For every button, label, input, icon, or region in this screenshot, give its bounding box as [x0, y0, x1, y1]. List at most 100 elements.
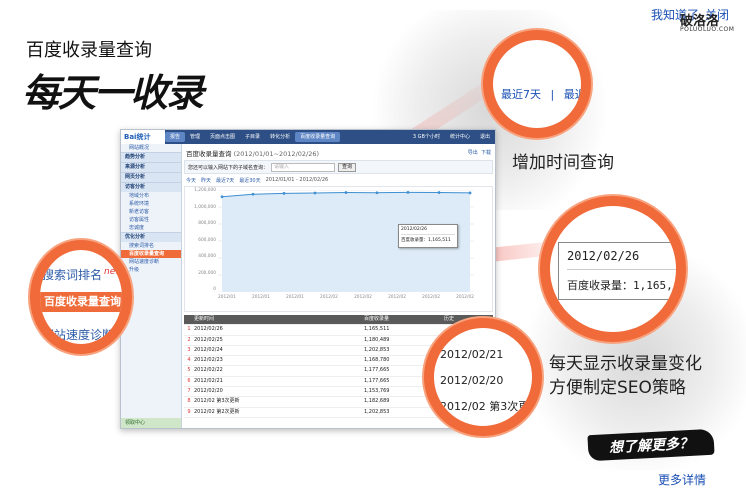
- table-cell: 1: [187, 326, 191, 333]
- sidebar-item[interactable]: 新老访客: [121, 208, 181, 216]
- app-table-col: 百度收录量: [364, 316, 390, 322]
- table-cell: 9: [187, 408, 191, 415]
- app-nav-item[interactable]: 子目录: [240, 132, 265, 142]
- sidebar-section[interactable]: 优化分析: [121, 232, 181, 242]
- app-filter[interactable]: 最近30天: [239, 177, 260, 184]
- table-cell: 2012/02/25: [194, 336, 223, 343]
- y-tick: 600,000: [198, 237, 216, 243]
- sidebar-item[interactable]: 搜索词排名: [121, 242, 181, 250]
- sidebar-item[interactable]: 忠诚度: [121, 224, 181, 232]
- zoom-time-7days[interactable]: 最近7天: [501, 88, 541, 101]
- zoom-circle-time: 最近7天 | 最近30: [483, 30, 591, 138]
- app-nav-item[interactable]: 页面点击图: [205, 132, 240, 142]
- app-filter[interactable]: 最近7天: [216, 177, 234, 184]
- sidebar-item[interactable]: 网站概况: [121, 144, 181, 152]
- app-export[interactable]: 导出 下载: [468, 149, 491, 156]
- app-page-title: 百度收录量查询: [186, 150, 232, 158]
- app-search-input[interactable]: 请输入: [271, 162, 336, 172]
- x-tick: 2012/01: [286, 295, 304, 300]
- chart-point[interactable]: [251, 192, 255, 196]
- x-tick: 2012/02: [354, 295, 372, 300]
- app-nav-item[interactable]: 报告: [165, 132, 186, 142]
- sidebar-section[interactable]: 网页分析: [121, 172, 181, 182]
- zoom-date-list: 2012/02/21 2012/02/20 2012/02 第3次更新 2012…: [440, 342, 532, 426]
- app-search-row: 您还可以输入网站下的子域名查询： 请输入 查询: [184, 160, 493, 174]
- x-tick: 2012/02: [320, 295, 338, 300]
- sidebar-item[interactable]: 网站速度诊断: [121, 258, 181, 266]
- zoom-time-30days[interactable]: 最近30: [564, 88, 581, 101]
- app-table-col: 历史: [444, 316, 455, 322]
- sidebar-section[interactable]: 访客分析: [121, 182, 181, 192]
- chart-point[interactable]: [468, 191, 472, 195]
- zoom-menu-ranking[interactable]: 搜索词排名 new: [42, 266, 122, 283]
- app-table-header: 更新时间 百度收录量 历史: [184, 315, 493, 326]
- app-filter[interactable]: 今天: [186, 177, 196, 184]
- table-cell: 2012/02/23: [194, 357, 223, 364]
- callout-time-query: 增加时间查询: [512, 153, 614, 173]
- zoom-menu-index-active[interactable]: 百度收录量查询: [40, 292, 122, 312]
- table-cell: 8: [187, 398, 191, 405]
- table-cell: 3: [187, 346, 191, 353]
- app-topbar: Bai统计 报告 管理 页面点击图 子目录 转化分析 百度收录量查询 3 GB个…: [121, 130, 495, 144]
- sidebar-section[interactable]: 趋势分析: [121, 152, 181, 162]
- x-tick: 2012/02: [388, 295, 406, 300]
- y-tick: 1,000,000: [194, 204, 216, 210]
- table-cell: 1,180,489: [364, 336, 390, 343]
- table-cell: 2012/02/22: [194, 367, 223, 374]
- table-cell: 2012/02/26: [194, 326, 223, 333]
- table-cell: 2012/02/20: [194, 388, 223, 395]
- y-tick: 800,000: [198, 221, 216, 226]
- app-top-right[interactable]: 退出: [475, 132, 495, 142]
- sidebar-item[interactable]: 百度收录量查询: [121, 250, 181, 258]
- app-logo: Bai统计: [121, 130, 165, 144]
- zoom-menu-speed[interactable]: 网站速度诊断new: [42, 326, 122, 343]
- chart-point[interactable]: [406, 190, 410, 194]
- app-x-ticks: 2012/01 2012/01 2012/01 2012/02 2012/02 2012/…: [218, 295, 474, 300]
- sidebar-item[interactable]: 访客属性: [121, 216, 181, 224]
- table-cell: 2: [187, 336, 191, 343]
- chart-point[interactable]: [375, 191, 379, 195]
- table-cell: 2012/02/24: [194, 346, 223, 353]
- sidebar-item[interactable]: 系统环境: [121, 200, 181, 208]
- zoom-circle-tooltip: 2012/02/26 百度收录量：1,165,: [540, 196, 686, 342]
- y-tick: 1,200,000: [194, 188, 216, 193]
- app-top-right[interactable]: 统计中心: [445, 132, 475, 142]
- app-nav-item[interactable]: 百度收录量查询: [295, 132, 341, 142]
- table-cell: 1,202,853: [364, 408, 390, 415]
- app-chart-tooltip: 2012/02/26 百度收录量：1,165,511: [398, 224, 458, 248]
- x-tick: 2012/01: [218, 295, 236, 300]
- chart-point[interactable]: [313, 191, 317, 195]
- detail-link[interactable]: 更多详情: [658, 471, 706, 488]
- app-tooltip-value: 百度收录量：1,165,511: [401, 238, 451, 243]
- hero-title: 每天一收录: [22, 71, 204, 115]
- y-tick: 400,000: [198, 254, 216, 259]
- y-tick: 0: [213, 287, 216, 292]
- y-tick: 200,000: [198, 270, 216, 276]
- sidebar-footer[interactable]: 领取中心: [121, 418, 181, 428]
- chart-point[interactable]: [282, 192, 286, 195]
- chart-point[interactable]: [220, 195, 224, 199]
- hero-subtitle: 百度收录量查询: [26, 40, 152, 61]
- sidebar-section[interactable]: 来源分析: [121, 162, 181, 172]
- sidebar-item[interactable]: 地域分布: [121, 192, 181, 200]
- callout-daily-1: 每天显示收录量变化: [549, 354, 702, 374]
- app-nav-item[interactable]: 转化分析: [265, 132, 295, 142]
- app-filter-row: 今天 昨天 最近7天 最近30天 2012/01/01 - 2012/02/26: [186, 177, 328, 184]
- sidebar-item[interactable]: 升级: [121, 266, 181, 274]
- app-search-label: 您还可以输入网站下的子域名查询：: [188, 164, 269, 171]
- zoom-tooltip-date: 2012/02/26: [567, 249, 676, 270]
- table-cell: 5: [187, 367, 191, 374]
- table-cell: 2012/02 第3次更新: [194, 398, 240, 405]
- app-top-right: 3 GB个小时: [412, 134, 440, 140]
- zoom-tooltip-box: 2012/02/26 百度收录量：1,165,: [558, 242, 676, 300]
- x-tick: 2012/01: [252, 295, 270, 300]
- app-search-button[interactable]: 查询: [338, 162, 357, 172]
- chart-point[interactable]: [437, 191, 441, 194]
- app-nav-item[interactable]: 管理: [185, 132, 205, 142]
- chart-point[interactable]: [344, 191, 348, 194]
- zoom-date-item: 2012/02/21: [440, 348, 504, 361]
- zoom-time-links: 最近7天 | 最近30: [501, 86, 581, 102]
- app-tooltip-date: 2012/02/26: [401, 227, 455, 235]
- zoom-circle-dates: 2012/02/21 2012/02/20 2012/02 第3次更新 2012…: [424, 318, 542, 436]
- app-filter[interactable]: 昨天: [201, 177, 211, 184]
